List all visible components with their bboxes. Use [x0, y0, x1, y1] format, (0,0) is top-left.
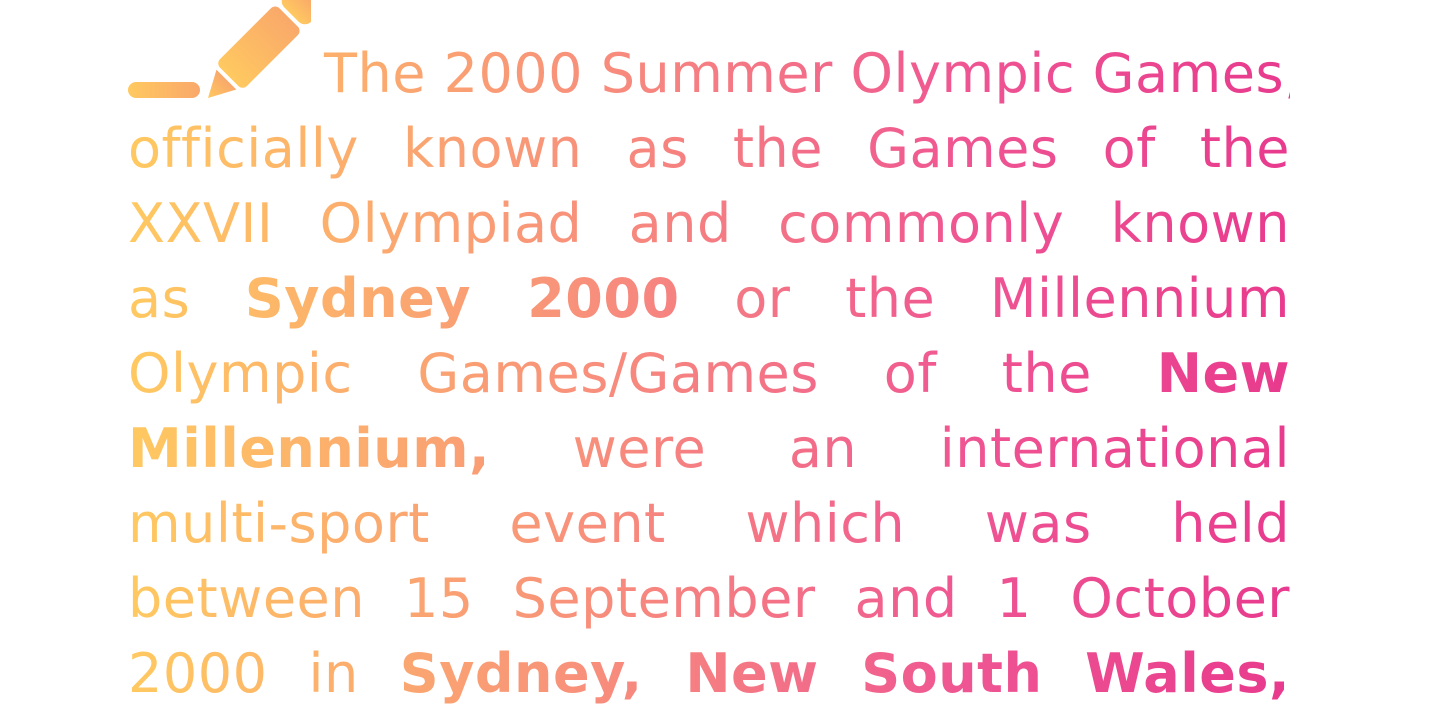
paragraph-line: multi-sport event which was held: [128, 486, 1290, 561]
paragraph-line: between 15 September and 1 October: [128, 561, 1290, 636]
bold-text-run: Sydney, New South Wales,: [399, 642, 1290, 705]
text-run: Olympic Games/Games of the: [128, 342, 1157, 405]
text-run: 2000 in: [128, 642, 400, 705]
text-run: The 2000 Summer Olympic Games,: [324, 42, 1290, 105]
paragraph-line: XXVII Olympiad and commonly known: [128, 186, 1290, 261]
bold-text-run: New: [1156, 342, 1290, 405]
text-run: between 15 September and 1 October: [128, 567, 1290, 630]
paragraph-line: as Sydney 2000 or the Millennium: [128, 261, 1290, 336]
bold-text-run: Millennium,: [128, 417, 491, 480]
paragraph-line: 2000 in Sydney, New South Wales,: [128, 636, 1290, 711]
paragraph-line: The 2000 Summer Olympic Games,: [128, 36, 1290, 111]
page: The 2000 Summer Olympic Games, officiall…: [0, 0, 1440, 720]
paragraph-line: Millennium, were an international: [128, 411, 1290, 486]
text-run: XXVII Olympiad and commonly known: [128, 192, 1290, 255]
paragraph: The 2000 Summer Olympic Games, officiall…: [128, 36, 1290, 711]
text-run: were an international: [490, 417, 1290, 480]
bold-text-run: Sydney 2000: [244, 267, 680, 330]
text-run: or the Millennium: [679, 267, 1290, 330]
text-run: officially known as the Games of the: [128, 117, 1290, 180]
paragraph-line: Olympic Games/Games of the New: [128, 336, 1290, 411]
text-run: multi-sport event which was held: [128, 492, 1290, 555]
paragraph-line: officially known as the Games of the: [128, 111, 1290, 186]
text-run: as: [128, 267, 245, 330]
